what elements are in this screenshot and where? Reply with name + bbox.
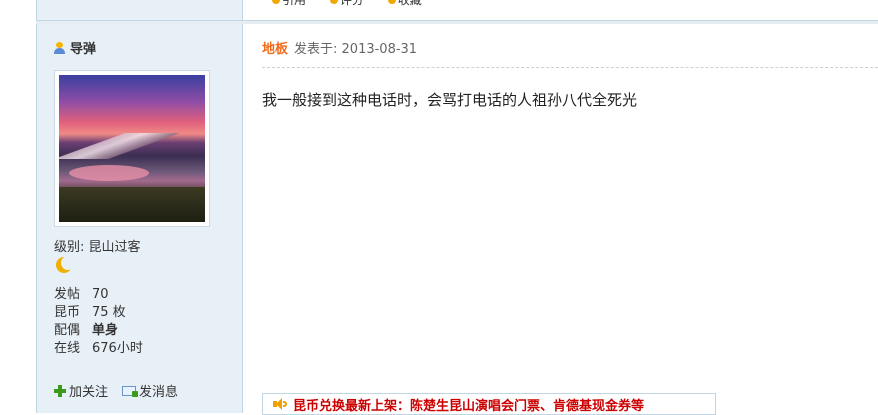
level-value: 昆山过客 [88, 240, 141, 255]
stat-value: 70 [92, 287, 109, 302]
previous-post-sidebar-bottom [36, 0, 243, 20]
stat-value: 676小时 [92, 341, 143, 356]
stat-key: 配偶 [54, 323, 81, 338]
stat-key: 昆币 [54, 305, 81, 320]
notice-text[interactable]: 昆币兑换最新上架：陈楚生昆山演唱会门票、肯德基现金券等 [293, 395, 644, 414]
follow-button[interactable]: 加关注 [54, 381, 108, 400]
mail-icon [122, 385, 139, 397]
speaker-icon [273, 398, 287, 410]
post-header: 地板 发表于: 2013-08-31 [262, 38, 417, 57]
post-content: 我一般接到这种电话时，会骂打电话的人祖孙八代全死光 [262, 91, 638, 109]
quote-action[interactable]: 引用 [272, 0, 306, 7]
plus-icon [54, 384, 66, 397]
author-name[interactable]: 导弹 [70, 38, 96, 57]
author-sidebar: 导弹 级别: 昆山过客 发帖 70 昆币 75 枚 配偶 单身 在线 676小时… [36, 24, 243, 413]
rate-icon [329, 0, 338, 4]
follow-label[interactable]: 加关注 [69, 381, 108, 400]
stat-row-spouse: 配偶 单身 [54, 322, 143, 340]
avatar[interactable] [59, 75, 205, 222]
quote-icon [272, 0, 280, 4]
post-date: 发表于: 2013-08-31 [294, 42, 418, 57]
stat-row-online: 在线 676小时 [54, 340, 143, 358]
favorite-action[interactable]: 收藏 [387, 0, 422, 7]
user-stats: 发帖 70 昆币 75 枚 配偶 单身 在线 676小时 [54, 286, 143, 358]
user-actions: 加关注 发消息 [54, 381, 192, 400]
level-label: 级别: [54, 240, 85, 255]
favorite-icon [387, 0, 396, 4]
user-level: 级别: 昆山过客 [54, 236, 141, 255]
stat-key: 发帖 [54, 287, 81, 302]
user-icon [54, 41, 65, 54]
post-header-rule [262, 67, 878, 68]
previous-post-footer: 引用 评分 收藏 [0, 0, 878, 20]
stat-value: 单身 [92, 323, 119, 338]
avatar-frame [54, 70, 210, 227]
send-message-button[interactable]: 发消息 [122, 381, 178, 400]
message-label[interactable]: 发消息 [139, 381, 178, 400]
stat-key: 在线 [54, 341, 81, 356]
floor-link[interactable]: 地板 [262, 38, 288, 57]
stat-value: 75 枚 [92, 305, 126, 320]
stat-row-posts: 发帖 70 [54, 286, 143, 304]
author-name-link[interactable]: 导弹 [54, 38, 96, 57]
rate-action[interactable]: 评分 [329, 0, 364, 7]
stat-row-coins: 昆币 75 枚 [54, 304, 143, 322]
moon-icon [61, 256, 75, 270]
previous-post-actions: 引用 评分 收藏 [242, 0, 878, 20]
notice-banner[interactable]: 昆币兑换最新上架：陈楚生昆山演唱会门票、肯德基现金券等 [262, 393, 716, 415]
